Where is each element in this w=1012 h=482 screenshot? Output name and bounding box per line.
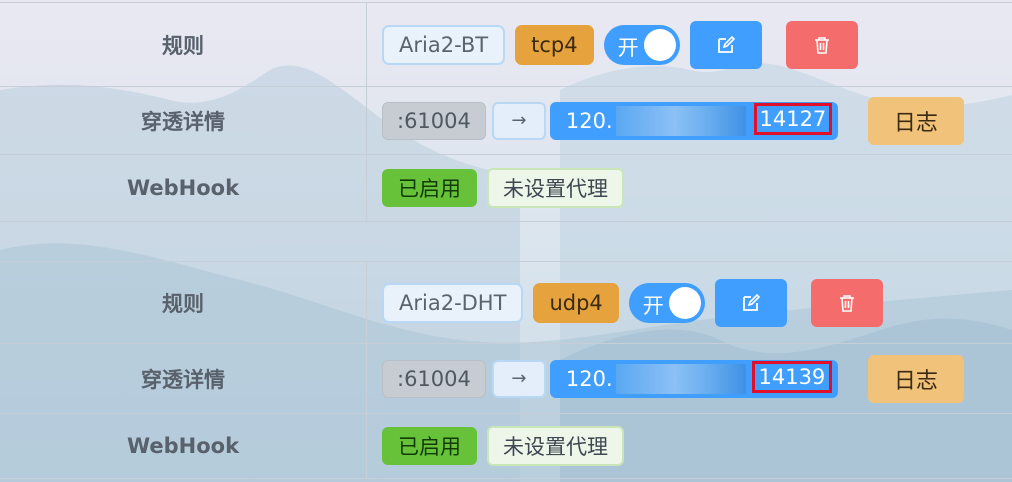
remote-port: 14139 (751, 360, 832, 393)
remote-port: 14127 (753, 102, 832, 135)
detail-row: 穿透详情 :61004 → 120. 14139 日志 (0, 344, 1012, 414)
protocol-tag: tcp4 (515, 24, 594, 65)
proxy-status-tag: 未设置代理 (487, 426, 624, 466)
switch-knob (668, 286, 701, 319)
log-button[interactable]: 日志 (867, 354, 964, 403)
switch-label: 开 (642, 293, 664, 318)
delete-button[interactable] (785, 20, 858, 69)
detail-row: 穿透详情 :61004 → 120. 14127 日志 (0, 87, 1012, 155)
enable-switch[interactable]: 开 (628, 282, 705, 323)
edit-button[interactable] (689, 20, 762, 69)
proxy-status-tag: 未设置代理 (487, 168, 624, 208)
redacted-address (615, 363, 746, 394)
webhook-row: WebHook 已启用 未设置代理 (0, 155, 1012, 221)
edit-icon (717, 35, 735, 53)
arrow-tag: → (491, 359, 546, 398)
remote-address-prefix: 120. (565, 108, 613, 133)
detail-label: 穿透详情 (0, 87, 367, 154)
trash-icon (814, 36, 829, 54)
webhook-row: WebHook 已启用 未设置代理 (0, 414, 1012, 478)
local-port-tag: :61004 (382, 101, 486, 140)
detail-label: 穿透详情 (0, 344, 367, 413)
remote-address-prefix: 120. (565, 366, 613, 391)
rule-row: 规则 Aria2-DHT udp4 开 (0, 262, 1012, 344)
enable-switch[interactable]: 开 (603, 24, 680, 65)
arrow-tag: → (491, 101, 546, 140)
webhook-label: WebHook (0, 414, 367, 478)
rule-card-1: 规则 Aria2-BT tcp4 开 穿透详情:61004 → 120. 14… (0, 2, 1012, 222)
rule-name-tag: Aria2-BT (382, 24, 506, 65)
rule-name-tag: Aria2-DHT (382, 282, 524, 323)
webhook-label: WebHook (0, 155, 367, 221)
rule-card-2: 规则 Aria2-DHT udp4 开 穿透详情:61004 → 120. 1… (0, 261, 1012, 479)
local-port-tag: :61004 (382, 359, 486, 398)
delete-button[interactable] (810, 278, 883, 327)
edit-icon (742, 293, 760, 311)
rule-label: 规则 (0, 262, 367, 343)
webhook-status-tag: 已启用 (382, 427, 477, 465)
log-button[interactable]: 日志 (867, 96, 964, 145)
switch-label: 开 (617, 35, 639, 60)
redacted-address (615, 105, 746, 136)
webhook-status-tag: 已启用 (382, 169, 477, 207)
edit-button[interactable] (714, 278, 787, 327)
trash-icon (839, 294, 854, 312)
rule-label: 规则 (0, 3, 367, 86)
switch-knob (643, 28, 676, 61)
remote-address-tag: 120. 14127 (549, 101, 838, 140)
protocol-tag: udp4 (533, 282, 619, 323)
rule-row: 规则 Aria2-BT tcp4 开 (0, 3, 1012, 87)
remote-address-tag: 120. 14139 (549, 359, 838, 398)
